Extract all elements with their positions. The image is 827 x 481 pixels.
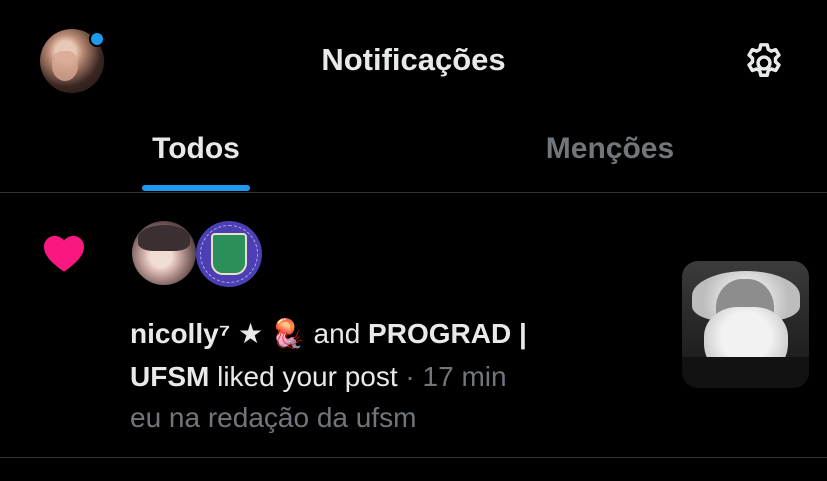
tab-todos-label: Todos	[152, 132, 240, 165]
tab-mencoes-label: Menções	[545, 132, 675, 165]
user1-name[interactable]: nicolly⁷ ★ 🪼	[130, 318, 306, 349]
separator: ·	[397, 361, 423, 392]
logo-ring	[200, 225, 258, 283]
tab-bar: Todos Menções	[0, 124, 827, 192]
user-avatar-prograd[interactable]	[196, 221, 262, 287]
tab-mencoes[interactable]: Menções	[500, 124, 720, 192]
user-avatar-nicolly[interactable]	[132, 221, 196, 285]
page-title: Notificações	[321, 42, 506, 77]
row-divider	[0, 457, 827, 458]
post-thumbnail[interactable]	[682, 261, 809, 388]
gear-icon[interactable]	[741, 40, 787, 86]
post-snippet: eu na redação da ufsm	[130, 402, 417, 433]
thumb-coat	[682, 357, 809, 388]
action-text: liked your post	[209, 361, 398, 392]
top-bar: Notificações	[0, 0, 827, 124]
tab-todos[interactable]: Todos	[110, 124, 282, 192]
connector-text: and	[305, 318, 369, 349]
heart-icon	[44, 235, 84, 272]
notification-text: nicolly⁷ ★ 🪼 and PROGRAD | UFSM liked yo…	[130, 312, 600, 398]
active-tab-indicator	[142, 185, 250, 191]
timestamp: 17 min	[422, 361, 507, 392]
